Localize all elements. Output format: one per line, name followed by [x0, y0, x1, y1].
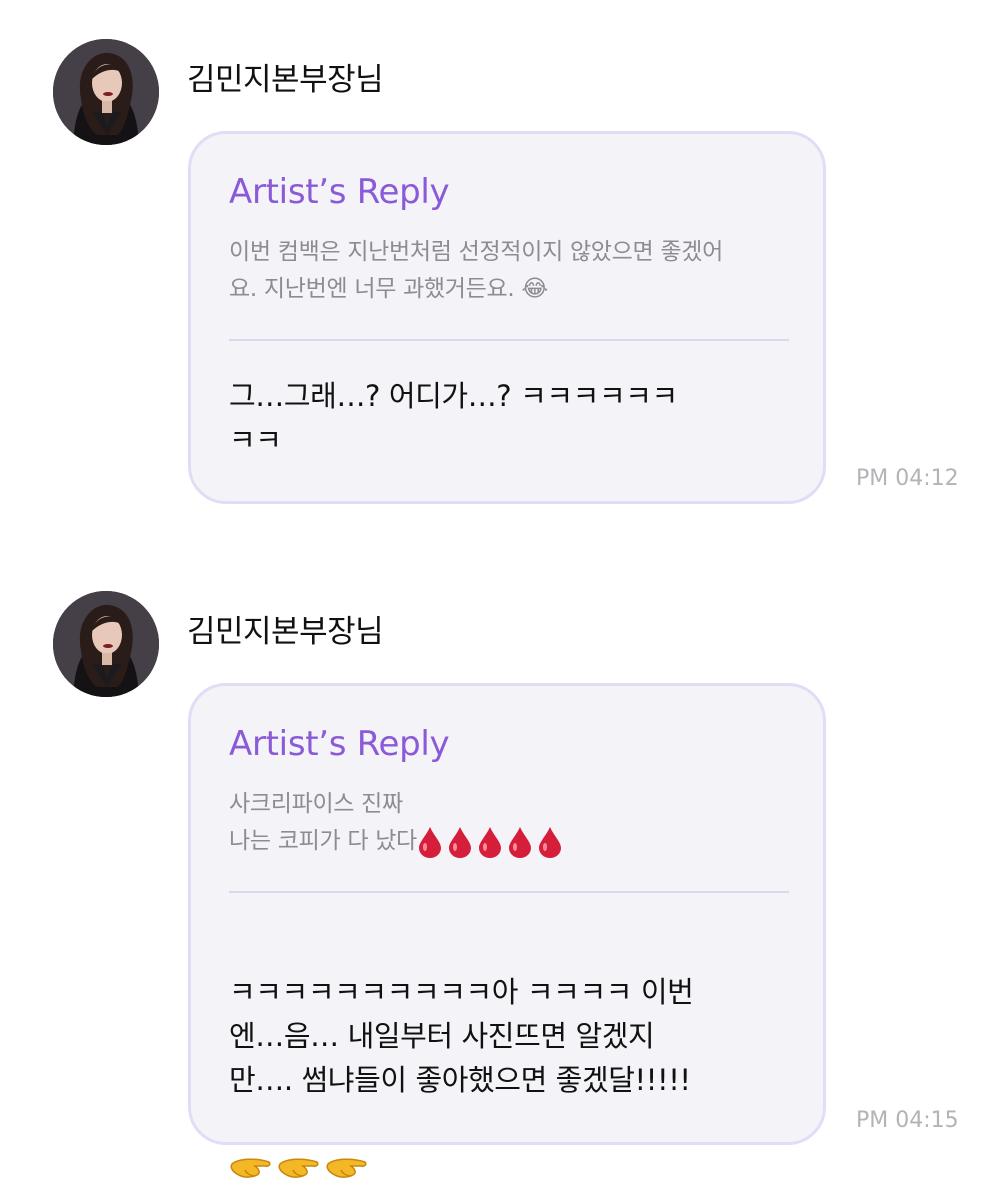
sender-name: 김민지본부장님: [187, 614, 384, 650]
message-2: 김민지본부장님 Artist’s Reply 사크리파이스 진짜 나는 코피가 …: [0, 552, 981, 1200]
blood-drop-icon: [478, 826, 501, 858]
quoted-line-2: 나는 코피가 다 났다: [229, 823, 789, 860]
artist-reply-label: Artist’s Reply: [229, 724, 450, 764]
sender-avatar[interactable]: [53, 39, 159, 145]
divider: [229, 891, 789, 893]
avatar-image: [53, 39, 159, 145]
quoted-fan-message: 사크리파이스 진짜 나는 코피가 다 났다: [229, 786, 789, 860]
blood-drop-icon: [418, 826, 441, 858]
pinching-hand-icon: [230, 1158, 271, 1178]
artist-reply-text: 그…그래…? 어디가…? ㅋㅋㅋㅋㅋㅋ ㅋㅋ: [229, 379, 678, 457]
sender-avatar[interactable]: [53, 591, 159, 697]
blood-drop-icon: [508, 826, 531, 858]
blood-drop-icons: [417, 826, 563, 858]
timestamp: PM 04:15: [856, 1108, 959, 1133]
pinching-hand-icon: [278, 1158, 319, 1178]
pinching-hand-icons: [229, 1156, 369, 1186]
pinching-hand-icon: [326, 1158, 367, 1178]
reply-bubble: Artist’s Reply 사크리파이스 진짜 나는 코피가 다 났다 ㅋㅋㅋ…: [188, 683, 826, 1178]
timestamp: PM 04:12: [856, 466, 959, 491]
blood-drop-icon: [538, 826, 561, 858]
artist-reply-text: ㅋㅋㅋㅋㅋㅋㅋㅋㅋㅋ아 ㅋㅋㅋㅋ 이번 엔…음… 내일부터 사진뜨면 알겠지 만…: [229, 926, 789, 1190]
quoted-fan-message: 이번 컴백은 지난번처럼 선정적이지 않았으면 좋겠어 요. 지난번엔 너무 과…: [229, 239, 723, 302]
artist-reply-label: Artist’s Reply: [229, 172, 450, 212]
divider: [229, 339, 789, 341]
quoted-line-2-text: 나는 코피가 다 났다: [229, 828, 417, 854]
quoted-line-1: 사크리파이스 진짜: [229, 791, 403, 817]
message-1: 김민지본부장님 Artist’s Reply 이번 컴백은 지난번처럼 선정적이…: [0, 0, 981, 560]
blood-drop-icon: [448, 826, 471, 858]
artist-reply-body: ㅋㅋㅋㅋㅋㅋㅋㅋㅋㅋ아 ㅋㅋㅋㅋ 이번 엔…음… 내일부터 사진뜨면 알겠지 만…: [229, 975, 694, 1097]
reply-bubble: Artist’s Reply 이번 컴백은 지난번처럼 선정적이지 않았으면 좋…: [188, 131, 826, 504]
avatar-image: [53, 591, 159, 697]
sender-name: 김민지본부장님: [187, 62, 384, 98]
